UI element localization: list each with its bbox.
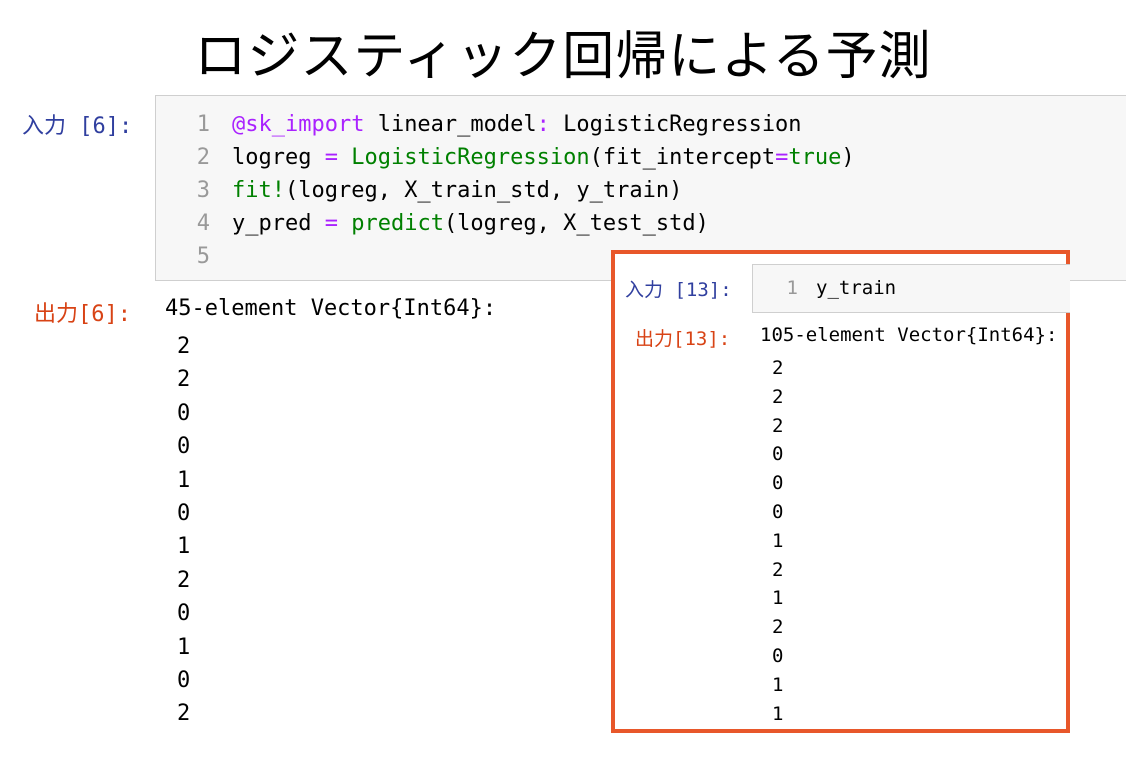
input-prompt: 入力 [13]:: [625, 279, 732, 301]
code-token: @sk_import: [232, 112, 365, 137]
code-token: =: [775, 145, 789, 170]
output-value: 2: [772, 616, 784, 639]
line-number: 1: [196, 112, 210, 137]
output-value: 2: [772, 357, 784, 379]
output-value: 2: [772, 385, 784, 408]
code-editor[interactable]: y_train: [816, 277, 896, 299]
output-value: 1: [177, 534, 191, 560]
code-token: fit!: [232, 178, 285, 203]
code-token: true: [788, 145, 842, 170]
output-values: 2 2 2 0 0 0 1 2 1 2 0 1 1: [772, 354, 783, 728]
code-token: linear_model: [364, 112, 537, 137]
output-value: 1: [772, 587, 784, 610]
output-prompt: 出力[6]:: [34, 302, 131, 327]
input-prompt: 入力 [6]:: [22, 114, 133, 139]
code-token: LogisticRegression: [351, 145, 590, 170]
code-token: logreg: [232, 145, 325, 170]
code-line: @sk_import linear_model: LogisticRegress…: [232, 108, 855, 141]
highlight-box: 入力 [13]: 1 y_train 出力[13]: 105-element V…: [611, 250, 1070, 733]
output-value: 1: [177, 467, 191, 493]
output-header: 45-element Vector{Int64}:: [165, 296, 497, 321]
code-editor[interactable]: @sk_import linear_model: LogisticRegress…: [232, 108, 855, 273]
code-line: fit!(logreg, X_train_std, y_train): [232, 174, 855, 207]
output-value: 1: [772, 702, 784, 725]
output-value: 1: [772, 673, 784, 696]
output-value: 2: [177, 567, 191, 593]
code-token: =: [324, 145, 338, 170]
line-number: 2: [196, 145, 210, 170]
line-number: 4: [196, 211, 210, 236]
slide-title: ロジスティック回帰による予測: [194, 27, 932, 87]
output-value: 0: [772, 644, 784, 667]
output-value: 1: [772, 529, 784, 552]
output-prompt: 出力[13]:: [635, 328, 731, 350]
output-value: 0: [177, 668, 191, 694]
code-cell[interactable]: 1 y_train: [752, 264, 1070, 313]
output-value: 2: [772, 558, 784, 581]
line-number: 1: [786, 277, 798, 299]
output-value: 0: [177, 400, 191, 426]
code-line: logreg = LogisticRegression(fit_intercep…: [232, 141, 855, 174]
code-token: (fit_intercept: [589, 145, 776, 170]
output-values: 2 2 0 0 1 0 1 2 0 1 0 2: [177, 330, 190, 731]
output-value: 0: [772, 443, 784, 466]
output-value: 0: [772, 500, 784, 523]
code-token: y_pred: [232, 211, 325, 236]
code-token: predict: [351, 211, 444, 236]
output-value: 0: [177, 434, 191, 460]
line-number: 3: [196, 178, 210, 203]
output-value: 2: [772, 414, 784, 437]
output-value: 1: [177, 634, 191, 660]
code-line: y_pred = predict(logreg, X_test_std): [232, 207, 855, 240]
output-value: 0: [177, 501, 191, 527]
line-number-gutter: 1 2 3 4 5: [156, 108, 210, 273]
code-token: :: [536, 112, 550, 137]
output-value: 2: [177, 334, 191, 359]
output-header: 105-element Vector{Int64}:: [760, 324, 1058, 346]
code-token: =: [324, 211, 338, 236]
output-value: 2: [177, 367, 191, 393]
output-value: 0: [177, 601, 191, 627]
code-token: LogisticRegression: [549, 112, 802, 137]
code-token: (logreg, X_test_std): [443, 211, 709, 236]
output-value: 2: [177, 701, 191, 727]
output-value: 0: [772, 472, 784, 495]
line-number: 5: [196, 244, 210, 269]
code-token: (logreg, X_train_std, y_train): [284, 178, 683, 203]
code-token: ): [841, 145, 855, 170]
